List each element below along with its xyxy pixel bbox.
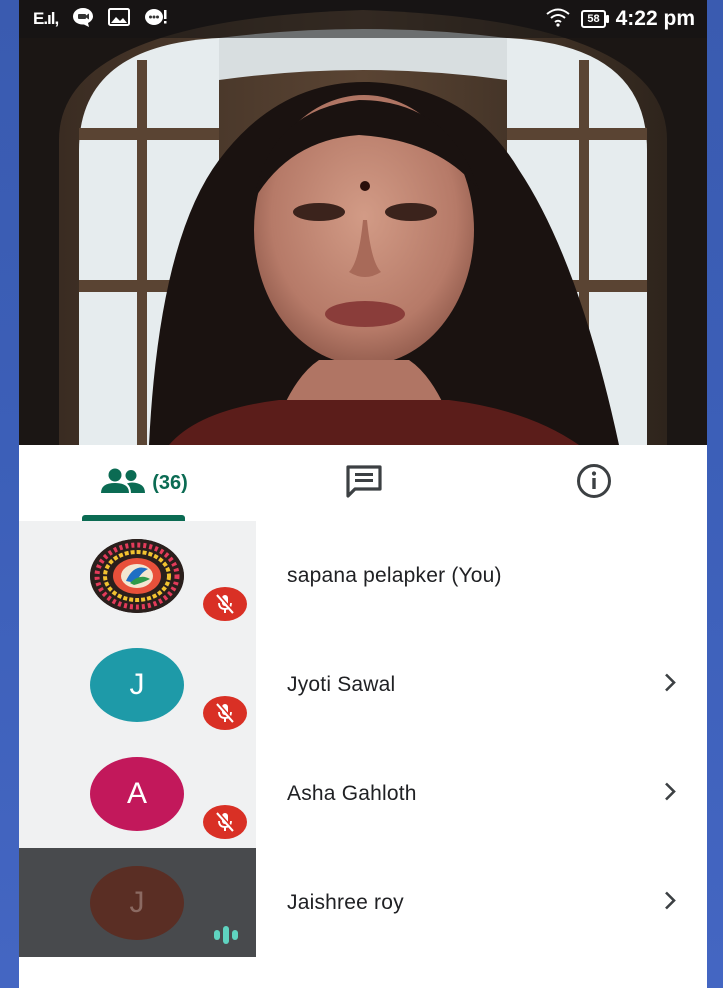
mic-off-icon — [203, 587, 247, 621]
participant-name: Jyoti Sawal — [287, 672, 396, 696]
participant-avatar-cell: A — [19, 739, 256, 848]
chevron-right-icon[interactable] — [663, 890, 677, 915]
avatar-letter: J — [129, 886, 145, 919]
participant-avatar-cell: J — [19, 630, 256, 739]
participant-name: Jaishree roy — [287, 890, 404, 914]
battery-level: 58 — [587, 13, 600, 25]
chevron-right-icon[interactable] — [663, 672, 677, 697]
wifi-icon — [545, 7, 571, 32]
tab-people[interactable]: (36) — [79, 445, 209, 521]
gallery-icon — [108, 7, 131, 31]
notification-icon — [144, 7, 168, 32]
main-video-feed[interactable] — [19, 0, 707, 445]
speaking-indicator-icon — [205, 920, 247, 950]
avatar-letter: A — [126, 777, 147, 810]
status-time: 4:22 pm — [615, 7, 695, 30]
participant-count: (36) — [152, 471, 188, 494]
mic-off-icon — [203, 805, 247, 839]
avatar: J — [90, 866, 184, 940]
status-bar: E.ıl, 58 4:22 pm — [19, 0, 707, 38]
avatar: A — [90, 757, 184, 831]
avatar-image — [90, 539, 184, 613]
participant-row[interactable]: A Asha Gahloth — [19, 739, 707, 848]
participant-avatar-cell — [19, 521, 256, 630]
chat-bubble-icon — [72, 7, 94, 32]
people-icon — [100, 468, 146, 499]
mic-off-icon — [203, 696, 247, 730]
participant-name: Asha Gahloth — [287, 781, 417, 805]
participant-row[interactable]: J Jaishree roy — [19, 848, 707, 957]
participant-avatar-cell: J — [19, 848, 256, 957]
tab-chat[interactable] — [319, 445, 409, 521]
info-icon — [576, 463, 612, 504]
avatar: J — [90, 648, 184, 722]
speaker-video-image — [19, 0, 707, 445]
chat-icon — [345, 464, 383, 503]
tab-info[interactable] — [549, 445, 639, 521]
battery-icon: 58 — [581, 10, 609, 28]
signal-indicator: E.ıl, — [33, 9, 59, 28]
participant-list: sapana pelapker (You) J Jyoti Sawal A As… — [19, 521, 707, 957]
participant-row[interactable]: J Jyoti Sawal — [19, 630, 707, 739]
participant-name: sapana pelapker (You) — [287, 563, 502, 587]
meeting-tabs: (36) — [19, 445, 707, 522]
participant-row[interactable]: sapana pelapker (You) — [19, 521, 707, 630]
chevron-right-icon[interactable] — [663, 781, 677, 806]
avatar-letter: J — [129, 668, 145, 701]
phone-screen: E.ıl, 58 4:22 pm (36) sapana pelapker (Y… — [19, 0, 707, 988]
